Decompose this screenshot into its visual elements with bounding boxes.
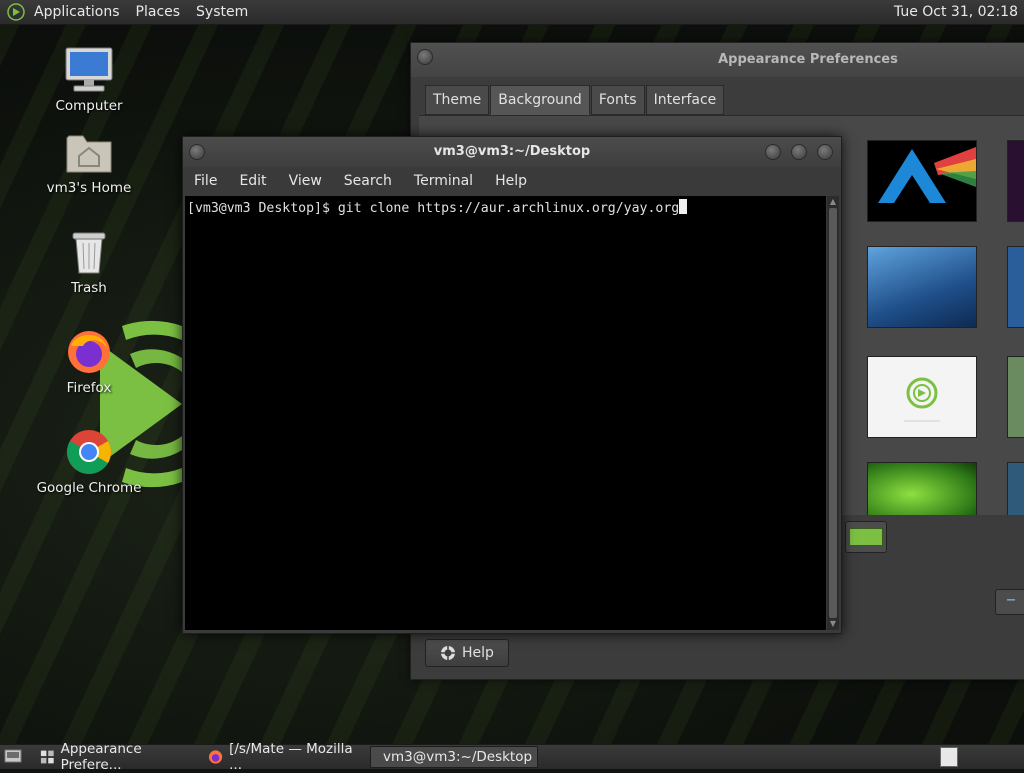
wallpaper-thumbnail[interactable] xyxy=(1007,462,1024,516)
help-button-label: Help xyxy=(462,645,494,661)
mate-menu-icon[interactable] xyxy=(6,2,26,22)
taskbar-item-firefox[interactable]: [/s/Mate — Mozilla ... xyxy=(202,741,368,773)
trash-icon xyxy=(63,226,115,278)
window-titlebar[interactable]: vm3@vm3:~/Desktop xyxy=(183,137,841,167)
chrome-icon xyxy=(63,426,115,478)
wallpaper-thumbnail[interactable] xyxy=(867,246,977,328)
tab-fonts[interactable]: Fonts xyxy=(590,85,645,115)
text-cursor xyxy=(679,199,688,214)
terminal-window: vm3@vm3:~/Desktop File Edit View Search … xyxy=(182,136,842,634)
tab-theme[interactable]: Theme xyxy=(425,85,490,115)
wallpaper-thumbnail[interactable] xyxy=(1007,356,1024,438)
scroll-down-icon[interactable]: ▼ xyxy=(828,619,838,629)
terminal-menubar: File Edit View Search Terminal Help xyxy=(183,167,841,195)
menu-file[interactable]: File xyxy=(183,173,228,189)
menu-help[interactable]: Help xyxy=(484,173,538,189)
wallpaper-thumbnail[interactable] xyxy=(1007,140,1024,222)
system-menu[interactable]: System xyxy=(188,0,256,24)
terminal-screen[interactable]: [vm3@vm3 Desktop]$ git clone https://aur… xyxy=(185,196,826,630)
tab-background[interactable]: Background xyxy=(490,85,590,115)
show-desktop-icon[interactable] xyxy=(4,748,22,764)
color-swatch xyxy=(849,528,883,546)
scrollbar-thumb[interactable] xyxy=(829,208,837,618)
color-picker-button[interactable] xyxy=(845,521,887,553)
desktop-icon-chrome[interactable]: Google Chrome xyxy=(34,426,144,496)
scroll-up-icon[interactable]: ▲ xyxy=(828,197,838,207)
window-title: Appearance Preferences xyxy=(718,52,898,67)
desktop-icon-label: Computer xyxy=(55,98,123,114)
menu-edit[interactable]: Edit xyxy=(228,173,277,189)
wallpaper-thumbnail[interactable] xyxy=(867,462,977,516)
terminal-line: [vm3@vm3 Desktop]$ git clone https://aur… xyxy=(187,199,688,216)
desktop-icon-home[interactable]: vm3's Home xyxy=(34,126,144,196)
bottom-panel: Appearance Prefere... [/s/Mate — Mozilla… xyxy=(0,741,1024,773)
applications-menu[interactable]: Applications xyxy=(26,0,128,24)
close-button[interactable] xyxy=(817,144,833,160)
wallpaper-thumbnail[interactable] xyxy=(867,356,977,438)
wallpaper-thumbnail[interactable] xyxy=(1007,246,1024,328)
desktop-icon-label: vm3's Home xyxy=(46,180,132,196)
firefox-icon xyxy=(208,750,223,764)
clock[interactable]: Tue Oct 31, 02:18 xyxy=(894,0,1018,24)
home-folder-icon xyxy=(63,126,115,178)
window-title: vm3@vm3:~/Desktop xyxy=(433,144,591,159)
scrollbar[interactable]: ▲ ▼ xyxy=(827,196,839,630)
maximize-button[interactable] xyxy=(791,144,807,160)
desktop-icon-label: Google Chrome xyxy=(36,480,142,496)
taskbar-item-appearance[interactable]: Appearance Prefere... xyxy=(34,741,200,773)
help-button[interactable]: Help xyxy=(425,639,509,667)
wallpaper-thumbnail[interactable] xyxy=(867,140,977,222)
desktop-icon-firefox[interactable]: Firefox xyxy=(34,326,144,396)
desktop-icon-label: Firefox xyxy=(66,380,112,396)
command-line-text: [vm3@vm3 Desktop]$ git clone https://aur… xyxy=(187,201,680,216)
remove-wallpaper-button[interactable]: − xyxy=(995,589,1024,615)
places-menu[interactable]: Places xyxy=(128,0,189,24)
tab-bar: Theme Background Fonts Interface xyxy=(425,85,725,115)
menu-search[interactable]: Search xyxy=(333,173,403,189)
firefox-icon xyxy=(63,326,115,378)
taskbar-item-label: [/s/Mate — Mozilla ... xyxy=(229,741,353,773)
desktop-icon-trash[interactable]: Trash xyxy=(34,226,144,296)
top-panel: Applications Places System Tue Oct 31, 0… xyxy=(0,0,1024,25)
desktop-icon-computer[interactable]: Computer xyxy=(34,44,144,114)
menu-terminal[interactable]: Terminal xyxy=(403,173,484,189)
taskbar-item-terminal[interactable]: vm3@vm3:~/Desktop xyxy=(370,746,538,768)
help-icon xyxy=(441,646,456,660)
minimize-button[interactable] xyxy=(765,144,781,160)
computer-icon xyxy=(63,44,115,96)
taskbar-item-label: vm3@vm3:~/Desktop xyxy=(383,749,533,765)
appearance-icon xyxy=(40,750,54,764)
desktop-icon-label: Trash xyxy=(71,280,107,296)
menu-view[interactable]: View xyxy=(278,173,333,189)
window-titlebar[interactable]: Appearance Preferences xyxy=(411,43,1024,77)
taskbar-item-label: Appearance Prefere... xyxy=(60,741,142,773)
workspace-switcher[interactable] xyxy=(940,747,958,767)
tab-interface[interactable]: Interface xyxy=(645,85,725,115)
